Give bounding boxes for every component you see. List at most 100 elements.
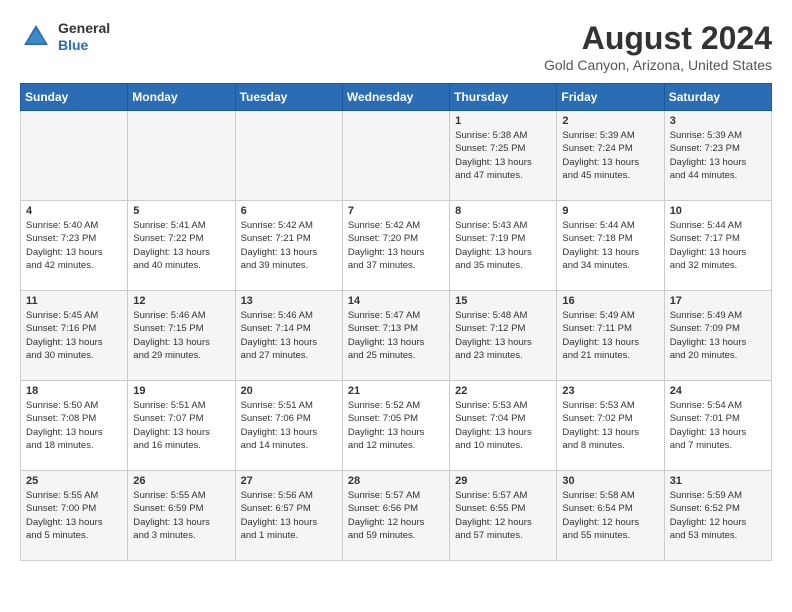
day-info: Sunrise: 5:46 AMSunset: 7:15 PMDaylight:… xyxy=(133,309,229,362)
day-info: Sunrise: 5:53 AMSunset: 7:04 PMDaylight:… xyxy=(455,399,551,452)
logo-line1: General xyxy=(58,20,110,37)
calendar-cell: 2Sunrise: 5:39 AMSunset: 7:24 PMDaylight… xyxy=(557,111,664,201)
calendar-cell: 1 Sunrise: 5:38 AMSunset: 7:25 PMDaylight… xyxy=(450,111,557,201)
day-number: 7 xyxy=(348,205,444,217)
calendar-cell: 21 Sunrise: 5:52 AMSunset: 7:05 PMDayligh… xyxy=(342,381,449,471)
day-info: Sunrise: 5:51 AMSunset: 7:06 PMDaylight:… xyxy=(241,399,337,452)
day-info: Sunrise: 5:39 AMSunset: 7:23 PMDaylight:… xyxy=(670,129,766,182)
day-number: 28 xyxy=(348,475,444,487)
calendar-cell: 7 Sunrise: 5:42 AMSunset: 7:20 PMDaylight… xyxy=(342,201,449,291)
day-info: Sunrise: 5:51 AMSunset: 7:07 PMDaylight:… xyxy=(133,399,229,452)
day-info: Sunrise: 5:40 AMSunset: 7:23 PMDaylight:… xyxy=(26,219,122,272)
day-number: 20 xyxy=(241,385,337,397)
logo-text: General Blue xyxy=(58,20,110,54)
calendar-body: 1 Sunrise: 5:38 AMSunset: 7:25 PMDaylight… xyxy=(21,111,772,561)
calendar-cell: 12Sunrise: 5:46 AMSunset: 7:15 PMDayligh… xyxy=(128,291,235,381)
day-number: 13 xyxy=(241,295,337,307)
calendar-cell: 8Sunrise: 5:43 AMSunset: 7:19 PMDaylight… xyxy=(450,201,557,291)
day-number: 14 xyxy=(348,295,444,307)
calendar-cell: 6Sunrise: 5:42 AMSunset: 7:21 PMDaylight… xyxy=(235,201,342,291)
calendar-week-2: 11 Sunrise: 5:45 AMSunset: 7:16 PMDayligh… xyxy=(21,291,772,381)
logo-line2: Blue xyxy=(58,37,110,54)
calendar-cell: 3 Sunrise: 5:39 AMSunset: 7:23 PMDaylight… xyxy=(664,111,771,201)
calendar-cell: 16 Sunrise: 5:49 AMSunset: 7:11 PMDayligh… xyxy=(557,291,664,381)
day-info: Sunrise: 5:48 AMSunset: 7:12 PMDaylight:… xyxy=(455,309,551,362)
day-info: Sunrise: 5:57 AMSunset: 6:56 PMDaylight:… xyxy=(348,489,444,542)
day-number: 30 xyxy=(562,475,658,487)
calendar-cell: 10 Sunrise: 5:44 AMSunset: 7:17 PMDayligh… xyxy=(664,201,771,291)
header-monday: Monday xyxy=(128,84,235,111)
day-info: Sunrise: 5:50 AMSunset: 7:08 PMDaylight:… xyxy=(26,399,122,452)
day-number: 24 xyxy=(670,385,766,397)
day-number: 26 xyxy=(133,475,229,487)
day-number: 10 xyxy=(670,205,766,217)
day-info: Sunrise: 5:45 AMSunset: 7:16 PMDaylight:… xyxy=(26,309,122,362)
calendar-cell: 19Sunrise: 5:51 AMSunset: 7:07 PMDayligh… xyxy=(128,381,235,471)
calendar-cell: 29Sunrise: 5:57 AMSunset: 6:55 PMDayligh… xyxy=(450,471,557,561)
location: Gold Canyon, Arizona, United States xyxy=(544,57,772,73)
day-number: 22 xyxy=(455,385,551,397)
logo: General Blue xyxy=(20,20,110,54)
calendar-cell: 4Sunrise: 5:40 AMSunset: 7:23 PMDaylight… xyxy=(21,201,128,291)
day-info: Sunrise: 5:58 AMSunset: 6:54 PMDaylight:… xyxy=(562,489,658,542)
calendar-cell: 9Sunrise: 5:44 AMSunset: 7:18 PMDaylight… xyxy=(557,201,664,291)
day-number: 18 xyxy=(26,385,122,397)
day-info: Sunrise: 5:49 AMSunset: 7:11 PMDaylight:… xyxy=(562,309,658,362)
day-number: 5 xyxy=(133,205,229,217)
calendar-cell xyxy=(21,111,128,201)
calendar-header: Sunday Monday Tuesday Wednesday Thursday… xyxy=(21,84,772,111)
header-saturday: Saturday xyxy=(664,84,771,111)
calendar-cell: 24Sunrise: 5:54 AMSunset: 7:01 PMDayligh… xyxy=(664,381,771,471)
day-info: Sunrise: 5:57 AMSunset: 6:55 PMDaylight:… xyxy=(455,489,551,542)
day-number: 23 xyxy=(562,385,658,397)
header-row: Sunday Monday Tuesday Wednesday Thursday… xyxy=(21,84,772,111)
calendar-cell: 26 Sunrise: 5:55 AMSunset: 6:59 PMDayligh… xyxy=(128,471,235,561)
calendar-cell: 18 Sunrise: 5:50 AMSunset: 7:08 PMDayligh… xyxy=(21,381,128,471)
header-sunday: Sunday xyxy=(21,84,128,111)
calendar-cell: 30 Sunrise: 5:58 AMSunset: 6:54 PMDayligh… xyxy=(557,471,664,561)
day-number: 16 xyxy=(562,295,658,307)
calendar-cell: 31 Sunrise: 5:59 AMSunset: 6:52 PMDayligh… xyxy=(664,471,771,561)
day-info: Sunrise: 5:56 AMSunset: 6:57 PMDaylight:… xyxy=(241,489,337,542)
calendar-cell: 17Sunrise: 5:49 AMSunset: 7:09 PMDayligh… xyxy=(664,291,771,381)
title-section: August 2024 Gold Canyon, Arizona, United… xyxy=(544,20,772,73)
page-header: General Blue August 2024 Gold Canyon, Ar… xyxy=(20,20,772,73)
calendar-table: Sunday Monday Tuesday Wednesday Thursday… xyxy=(20,83,772,561)
day-number: 3 xyxy=(670,115,766,127)
calendar-week-3: 18 Sunrise: 5:50 AMSunset: 7:08 PMDayligh… xyxy=(21,381,772,471)
day-info: Sunrise: 5:42 AMSunset: 7:20 PMDaylight:… xyxy=(348,219,444,272)
day-info: Sunrise: 5:38 AMSunset: 7:25 PMDaylight:… xyxy=(455,129,551,182)
calendar-cell: 11 Sunrise: 5:45 AMSunset: 7:16 PMDayligh… xyxy=(21,291,128,381)
calendar-cell xyxy=(128,111,235,201)
calendar-cell xyxy=(342,111,449,201)
day-info: Sunrise: 5:52 AMSunset: 7:05 PMDaylight:… xyxy=(348,399,444,452)
day-info: Sunrise: 5:53 AMSunset: 7:02 PMDaylight:… xyxy=(562,399,658,452)
day-number: 6 xyxy=(241,205,337,217)
logo-icon xyxy=(20,21,52,53)
day-info: Sunrise: 5:59 AMSunset: 6:52 PMDaylight:… xyxy=(670,489,766,542)
day-number: 9 xyxy=(562,205,658,217)
day-number: 15 xyxy=(455,295,551,307)
day-info: Sunrise: 5:55 AMSunset: 6:59 PMDaylight:… xyxy=(133,489,229,542)
calendar-cell xyxy=(235,111,342,201)
calendar-week-4: 25Sunrise: 5:55 AMSunset: 7:00 PMDayligh… xyxy=(21,471,772,561)
day-number: 27 xyxy=(241,475,337,487)
calendar-cell: 23 Sunrise: 5:53 AMSunset: 7:02 PMDayligh… xyxy=(557,381,664,471)
calendar-week-0: 1 Sunrise: 5:38 AMSunset: 7:25 PMDaylight… xyxy=(21,111,772,201)
day-number: 21 xyxy=(348,385,444,397)
calendar-cell: 25Sunrise: 5:55 AMSunset: 7:00 PMDayligh… xyxy=(21,471,128,561)
day-number: 31 xyxy=(670,475,766,487)
day-number: 11 xyxy=(26,295,122,307)
day-number: 25 xyxy=(26,475,122,487)
day-number: 1 xyxy=(455,115,551,127)
header-tuesday: Tuesday xyxy=(235,84,342,111)
calendar-cell: 13 Sunrise: 5:46 AMSunset: 7:14 PMDayligh… xyxy=(235,291,342,381)
day-info: Sunrise: 5:46 AMSunset: 7:14 PMDaylight:… xyxy=(241,309,337,362)
calendar-cell: 27 Sunrise: 5:56 AMSunset: 6:57 PMDayligh… xyxy=(235,471,342,561)
day-info: Sunrise: 5:49 AMSunset: 7:09 PMDaylight:… xyxy=(670,309,766,362)
calendar-cell: 22 Sunrise: 5:53 AMSunset: 7:04 PMDayligh… xyxy=(450,381,557,471)
day-info: Sunrise: 5:44 AMSunset: 7:17 PMDaylight:… xyxy=(670,219,766,272)
calendar-week-1: 4Sunrise: 5:40 AMSunset: 7:23 PMDaylight… xyxy=(21,201,772,291)
day-info: Sunrise: 5:39 AMSunset: 7:24 PMDaylight:… xyxy=(562,129,658,182)
header-wednesday: Wednesday xyxy=(342,84,449,111)
